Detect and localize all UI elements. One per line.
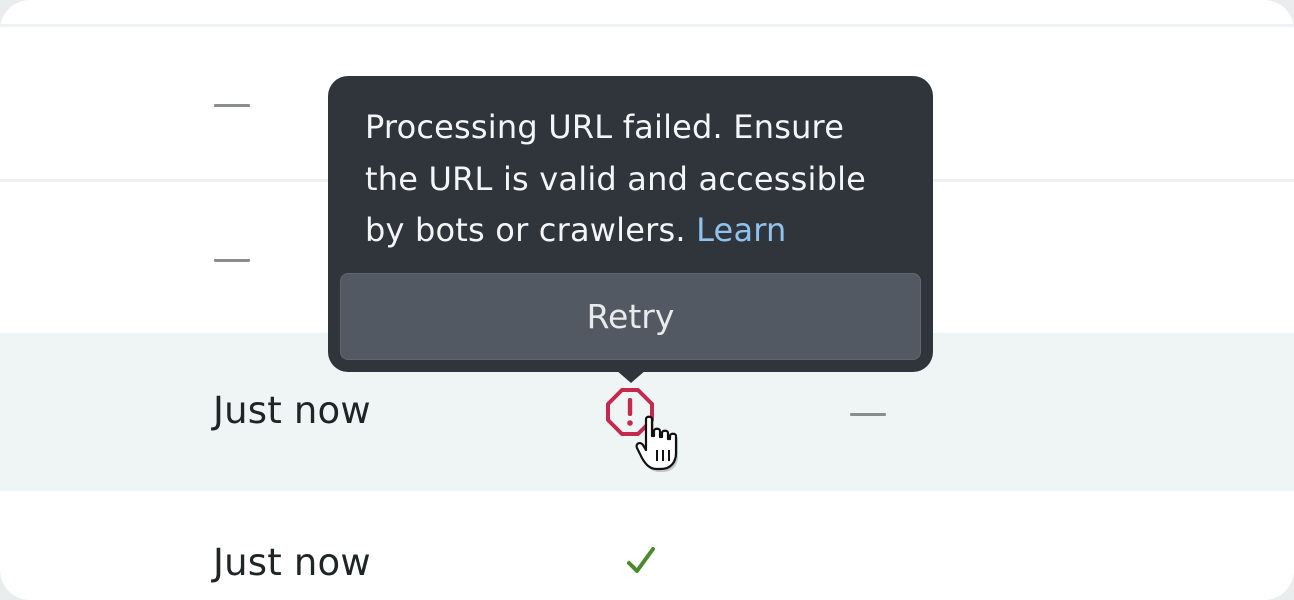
table-row	[0, 0, 1294, 27]
row-time: Just now	[213, 541, 371, 584]
check-icon	[625, 545, 665, 579]
tooltip-message: Processing URL failed. Ensure the URL is…	[365, 102, 905, 257]
table-row[interactable]: Just now	[0, 491, 1294, 600]
tooltip-arrow	[616, 370, 646, 383]
retry-button[interactable]: Retry	[340, 273, 921, 360]
error-tooltip: Processing URL failed. Ensure the URL is…	[328, 76, 933, 372]
tooltip-message-text: Processing URL failed. Ensure the URL is…	[365, 108, 867, 249]
hand-pointer-cursor-icon	[632, 412, 688, 476]
row-time: Just now	[213, 389, 371, 432]
empty-value-dash	[850, 413, 886, 416]
empty-time-dash	[214, 259, 250, 262]
empty-time-dash	[214, 104, 250, 107]
learn-link[interactable]: Learn	[696, 211, 786, 249]
